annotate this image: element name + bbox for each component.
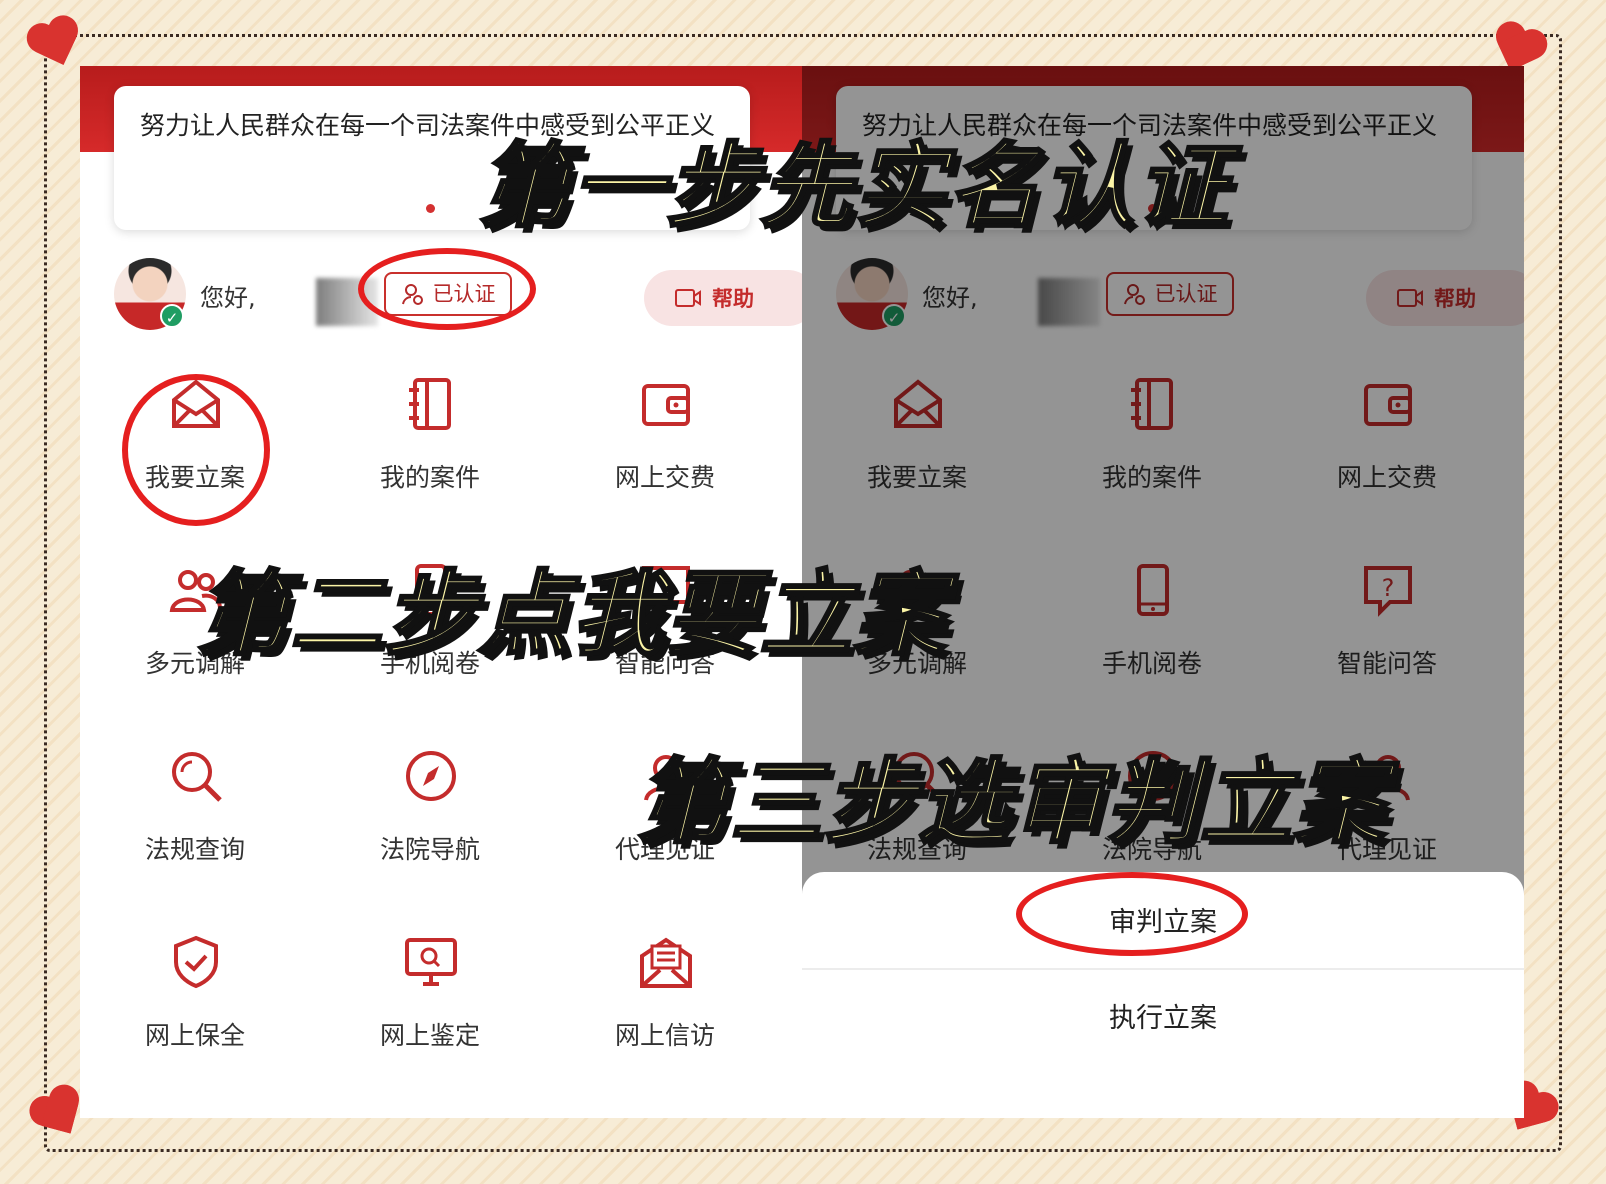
- letter-icon: [640, 937, 692, 988]
- step1-caption: 第一步先实名认证: [476, 132, 1231, 242]
- help-button[interactable]: 帮助: [644, 270, 802, 326]
- execution-filing-option[interactable]: 执行立案: [802, 996, 1524, 1035]
- shield-check-icon: [174, 935, 218, 989]
- verified-check-icon: ✓: [160, 304, 184, 328]
- menu-item-court-navigation[interactable]: 法院导航: [315, 738, 545, 898]
- menu-item-my-cases[interactable]: 我的案件: [315, 366, 545, 526]
- step3-caption: 第三步选审判立案: [634, 748, 1389, 858]
- highlight-ring-trial-filing: [1016, 872, 1248, 956]
- divider: [802, 968, 1524, 970]
- menu-item-label: 网上信访: [614, 1021, 715, 1050]
- menu-item-online-petition[interactable]: 网上信访: [550, 924, 780, 1084]
- step2-caption: 第二步点我要立案: [194, 560, 949, 670]
- menu-item-label: 网上保全: [144, 1021, 245, 1050]
- menu-item-label: 网上鉴定: [379, 1021, 480, 1050]
- search-icon: [172, 752, 222, 802]
- menu-item-law-search[interactable]: 法规查询: [80, 738, 310, 898]
- menu-item-online-preservation[interactable]: 网上保全: [80, 924, 310, 1084]
- notebook-icon: [409, 378, 451, 430]
- greeting-text: 您好,: [200, 284, 256, 312]
- help-label: 帮助: [712, 287, 754, 311]
- compass-icon: [406, 751, 456, 801]
- menu-item-label: 网上交费: [614, 463, 715, 492]
- monitor-search-icon: [405, 938, 457, 986]
- menu-item-label: 法院导航: [379, 835, 480, 864]
- video-camera-icon: [675, 289, 701, 307]
- wallet-icon: [642, 384, 690, 426]
- carousel-dot: [426, 204, 435, 213]
- menu-item-label: 法规查询: [144, 835, 245, 864]
- menu-item-online-appraisal[interactable]: 网上鉴定: [315, 924, 545, 1084]
- highlight-ring-file-case: [122, 374, 270, 526]
- highlight-ring-verify: [358, 248, 536, 330]
- menu-item-label: 我的案件: [379, 463, 480, 492]
- menu-item-online-payment[interactable]: 网上交费: [550, 366, 780, 526]
